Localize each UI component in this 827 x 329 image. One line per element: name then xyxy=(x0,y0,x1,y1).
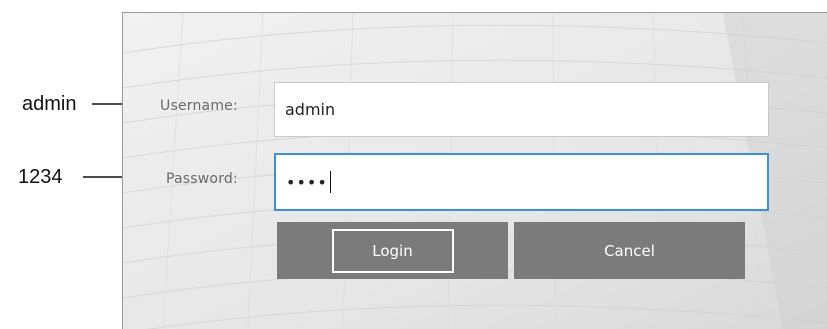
username-input[interactable]: admin xyxy=(274,82,769,137)
login-button-label: Login xyxy=(372,241,413,260)
login-button-focus-ring: Login xyxy=(331,228,454,273)
password-input[interactable]: •••• xyxy=(274,153,769,211)
username-input-value: admin xyxy=(285,100,336,119)
cancel-button[interactable]: Cancel xyxy=(514,222,745,279)
password-label: Password: xyxy=(166,171,238,187)
password-input-value: •••• xyxy=(286,172,328,192)
login-button[interactable]: Login xyxy=(277,222,508,279)
page: admin 1234 Username: admin Password: •••… xyxy=(0,0,827,329)
callout-password-value: 1234 xyxy=(18,166,63,188)
username-label: Username: xyxy=(160,98,238,114)
login-panel: Username: admin Password: •••• Login Can… xyxy=(122,12,827,329)
cancel-button-label: Cancel xyxy=(604,241,655,260)
text-caret xyxy=(329,171,331,193)
callout-username-value: admin xyxy=(22,93,77,115)
